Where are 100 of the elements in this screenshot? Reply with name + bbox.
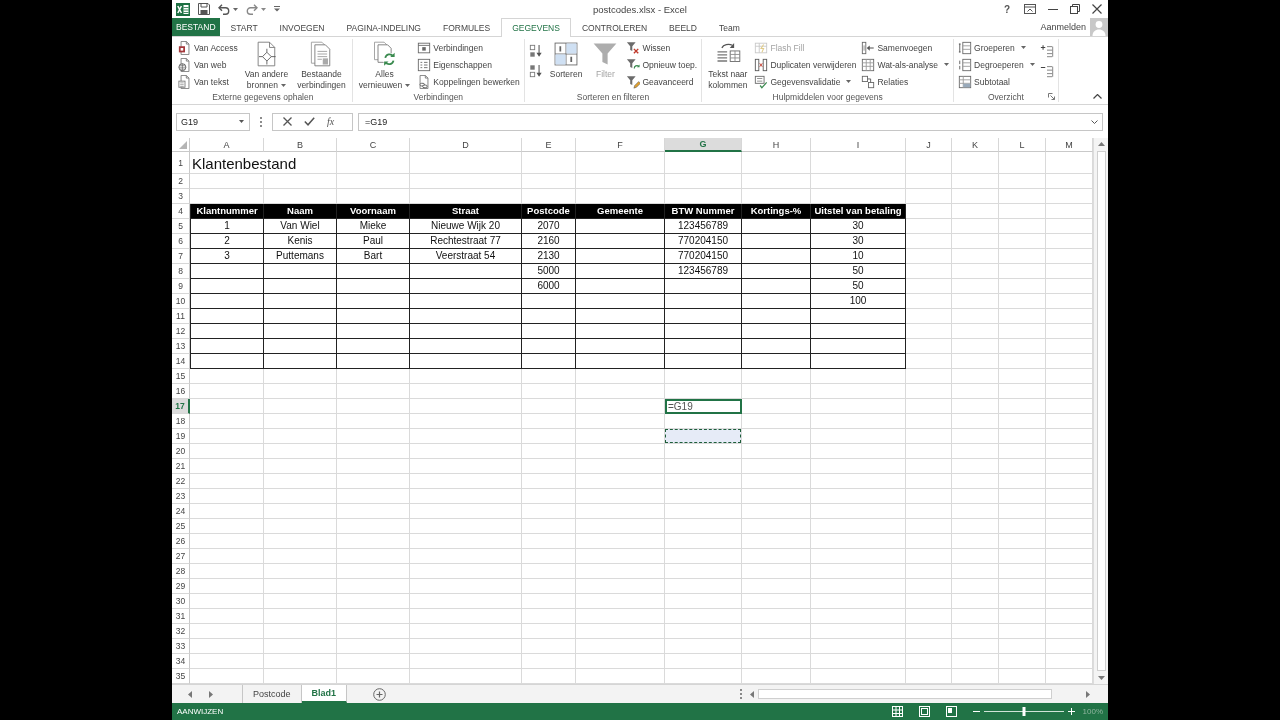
column-header[interactable]: D bbox=[410, 138, 522, 152]
ribbon-button[interactable]: Wat-als-analyse bbox=[860, 56, 951, 73]
ribbon-button[interactable]: Sorteren bbox=[546, 39, 586, 80]
table-cell bbox=[522, 324, 576, 339]
zoom-in-icon[interactable] bbox=[1067, 708, 1075, 715]
ribbon-button[interactable]: Koppelingen bewerken bbox=[416, 73, 521, 90]
checklist-icon bbox=[754, 74, 769, 89]
group-label: Hulpmiddelen voor gegevens bbox=[772, 91, 883, 102]
columns-cross-icon bbox=[754, 57, 769, 72]
ribbon-tab[interactable]: INVOEGEN bbox=[268, 18, 336, 37]
column-header[interactable]: I bbox=[811, 138, 906, 152]
column-header[interactable]: H bbox=[742, 138, 811, 152]
column-header[interactable]: A bbox=[190, 138, 264, 152]
scroll-left-icon[interactable] bbox=[750, 690, 754, 698]
ribbon-button[interactable]: Van tekst bbox=[177, 73, 239, 90]
file-tab[interactable]: BESTAND bbox=[172, 18, 220, 36]
expand-icon[interactable] bbox=[1091, 119, 1098, 124]
zoom-slider-thumb[interactable] bbox=[1022, 707, 1026, 716]
ribbon-button[interactable]: Eigenschappen bbox=[416, 56, 521, 73]
ribbon-button[interactable]: Gegevensvalidatie bbox=[753, 73, 858, 90]
undo-icon[interactable] bbox=[218, 3, 230, 15]
ribbon-button[interactable]: Opnieuw toep. bbox=[625, 56, 699, 73]
ribbon-tab[interactable]: Team bbox=[707, 18, 751, 37]
list-icon bbox=[417, 57, 432, 72]
scroll-up-icon[interactable] bbox=[1097, 142, 1105, 146]
table-cell bbox=[742, 234, 811, 249]
caret-icon bbox=[239, 120, 244, 123]
ribbon-button[interactable]: Tekst naar kolommen bbox=[705, 39, 751, 91]
ribbon-button[interactable]: Groeperen bbox=[957, 39, 1036, 56]
column-header[interactable]: M bbox=[1046, 138, 1093, 152]
table-cell: Mieke bbox=[337, 219, 410, 234]
sheet-title: Klantenbestand bbox=[192, 155, 297, 173]
merge-arrow-icon bbox=[861, 40, 876, 55]
page-break-preview-icon[interactable] bbox=[945, 706, 957, 717]
vertical-scrollbar[interactable] bbox=[1093, 138, 1108, 684]
cancel-icon[interactable] bbox=[283, 117, 292, 126]
ribbon-options-icon[interactable] bbox=[1024, 4, 1036, 14]
ribbon-button[interactable]: Van andere bronnen bbox=[241, 39, 292, 91]
column-header[interactable]: K bbox=[952, 138, 999, 152]
scroll-thumb[interactable] bbox=[758, 689, 1052, 699]
sort-descending-icon bbox=[528, 64, 543, 78]
scroll-down-icon[interactable] bbox=[1097, 676, 1105, 680]
table-cell bbox=[742, 339, 811, 354]
save-icon[interactable] bbox=[198, 3, 210, 15]
column-header[interactable]: F bbox=[576, 138, 665, 152]
ribbon-button[interactable]: Duplicaten verwijderen bbox=[753, 56, 858, 73]
table-cell: 2130 bbox=[522, 249, 576, 264]
checkmark-icon[interactable] bbox=[304, 117, 315, 126]
editing-cell[interactable]: =G19 bbox=[665, 399, 742, 414]
ribbon-tab[interactable]: CONTROLEREN bbox=[570, 18, 659, 37]
help-button[interactable]: ? bbox=[1003, 3, 1010, 15]
ribbon-button[interactable]: Alles vernieuwen bbox=[355, 39, 414, 91]
ribbon-button[interactable]: Bestaande verbindingen bbox=[294, 39, 349, 91]
collapse-ribbon-icon[interactable] bbox=[1093, 94, 1102, 99]
linked-tables-icon bbox=[861, 74, 876, 89]
name-box[interactable]: G19 bbox=[176, 112, 250, 131]
column-header[interactable]: J bbox=[906, 138, 952, 152]
ribbon-button[interactable]: Relaties bbox=[860, 73, 951, 90]
ribbon-button[interactable]: Degroeperen bbox=[957, 56, 1036, 73]
ribbon-button[interactable]: Van Access bbox=[177, 39, 239, 56]
page-layout-icon[interactable] bbox=[918, 706, 930, 717]
ribbon-tab[interactable]: FORMULES bbox=[431, 18, 502, 37]
column-header[interactable]: C bbox=[337, 138, 410, 152]
zoom-out-icon[interactable] bbox=[972, 708, 980, 715]
ribbon-button[interactable]: Samenvoegen bbox=[860, 39, 951, 56]
ribbon-button[interactable]: Wissen bbox=[625, 39, 699, 56]
ribbon-button[interactable]: Geavanceerd bbox=[625, 73, 699, 90]
customize-icon[interactable] bbox=[274, 6, 280, 12]
table-cell bbox=[742, 249, 811, 264]
row-header[interactable]: 17 bbox=[172, 399, 190, 414]
ribbon-tab[interactable]: GEGEVENS bbox=[501, 18, 571, 37]
spreadsheet-logo-icon[interactable] bbox=[176, 2, 190, 16]
new-sheet-icon[interactable] bbox=[373, 687, 387, 701]
column-header[interactable]: B bbox=[264, 138, 337, 152]
ribbon-button[interactable]: Verbindingen bbox=[416, 39, 521, 56]
ribbon-button[interactable]: Subtotaal bbox=[957, 73, 1036, 90]
column-header[interactable]: E bbox=[522, 138, 576, 152]
close-icon[interactable] bbox=[1092, 4, 1102, 14]
table-cell: 3 bbox=[190, 249, 264, 264]
normal-view-icon[interactable] bbox=[891, 706, 903, 717]
ribbon-tab[interactable]: PAGINA-INDELING bbox=[335, 18, 432, 37]
previous-sheet-icon[interactable] bbox=[188, 690, 192, 698]
insert-function-button[interactable]: fx bbox=[327, 116, 335, 127]
ribbon-tab[interactable]: START bbox=[219, 18, 269, 37]
globe-document-icon bbox=[178, 57, 192, 72]
restore-icon[interactable] bbox=[1070, 4, 1080, 14]
sheet-tab[interactable]: Blad1 bbox=[301, 685, 348, 703]
dialog-launcher-icon[interactable] bbox=[1047, 93, 1055, 100]
column-header[interactable]: G bbox=[665, 138, 742, 152]
scroll-thumb[interactable] bbox=[1096, 151, 1106, 671]
formula-field[interactable]: =G19 bbox=[358, 112, 1103, 131]
funnel-cross-icon bbox=[626, 40, 641, 55]
table-cell: 50 bbox=[811, 279, 906, 294]
sign-in-link[interactable]: Aanmelden bbox=[1040, 18, 1086, 36]
ribbon-button[interactable]: Van web bbox=[177, 56, 239, 73]
next-sheet-icon[interactable] bbox=[209, 690, 213, 698]
scroll-right-icon[interactable] bbox=[1086, 690, 1090, 698]
column-header[interactable]: L bbox=[999, 138, 1046, 152]
redo-icon[interactable] bbox=[246, 3, 258, 15]
ribbon-tab[interactable]: BEELD bbox=[658, 18, 708, 37]
